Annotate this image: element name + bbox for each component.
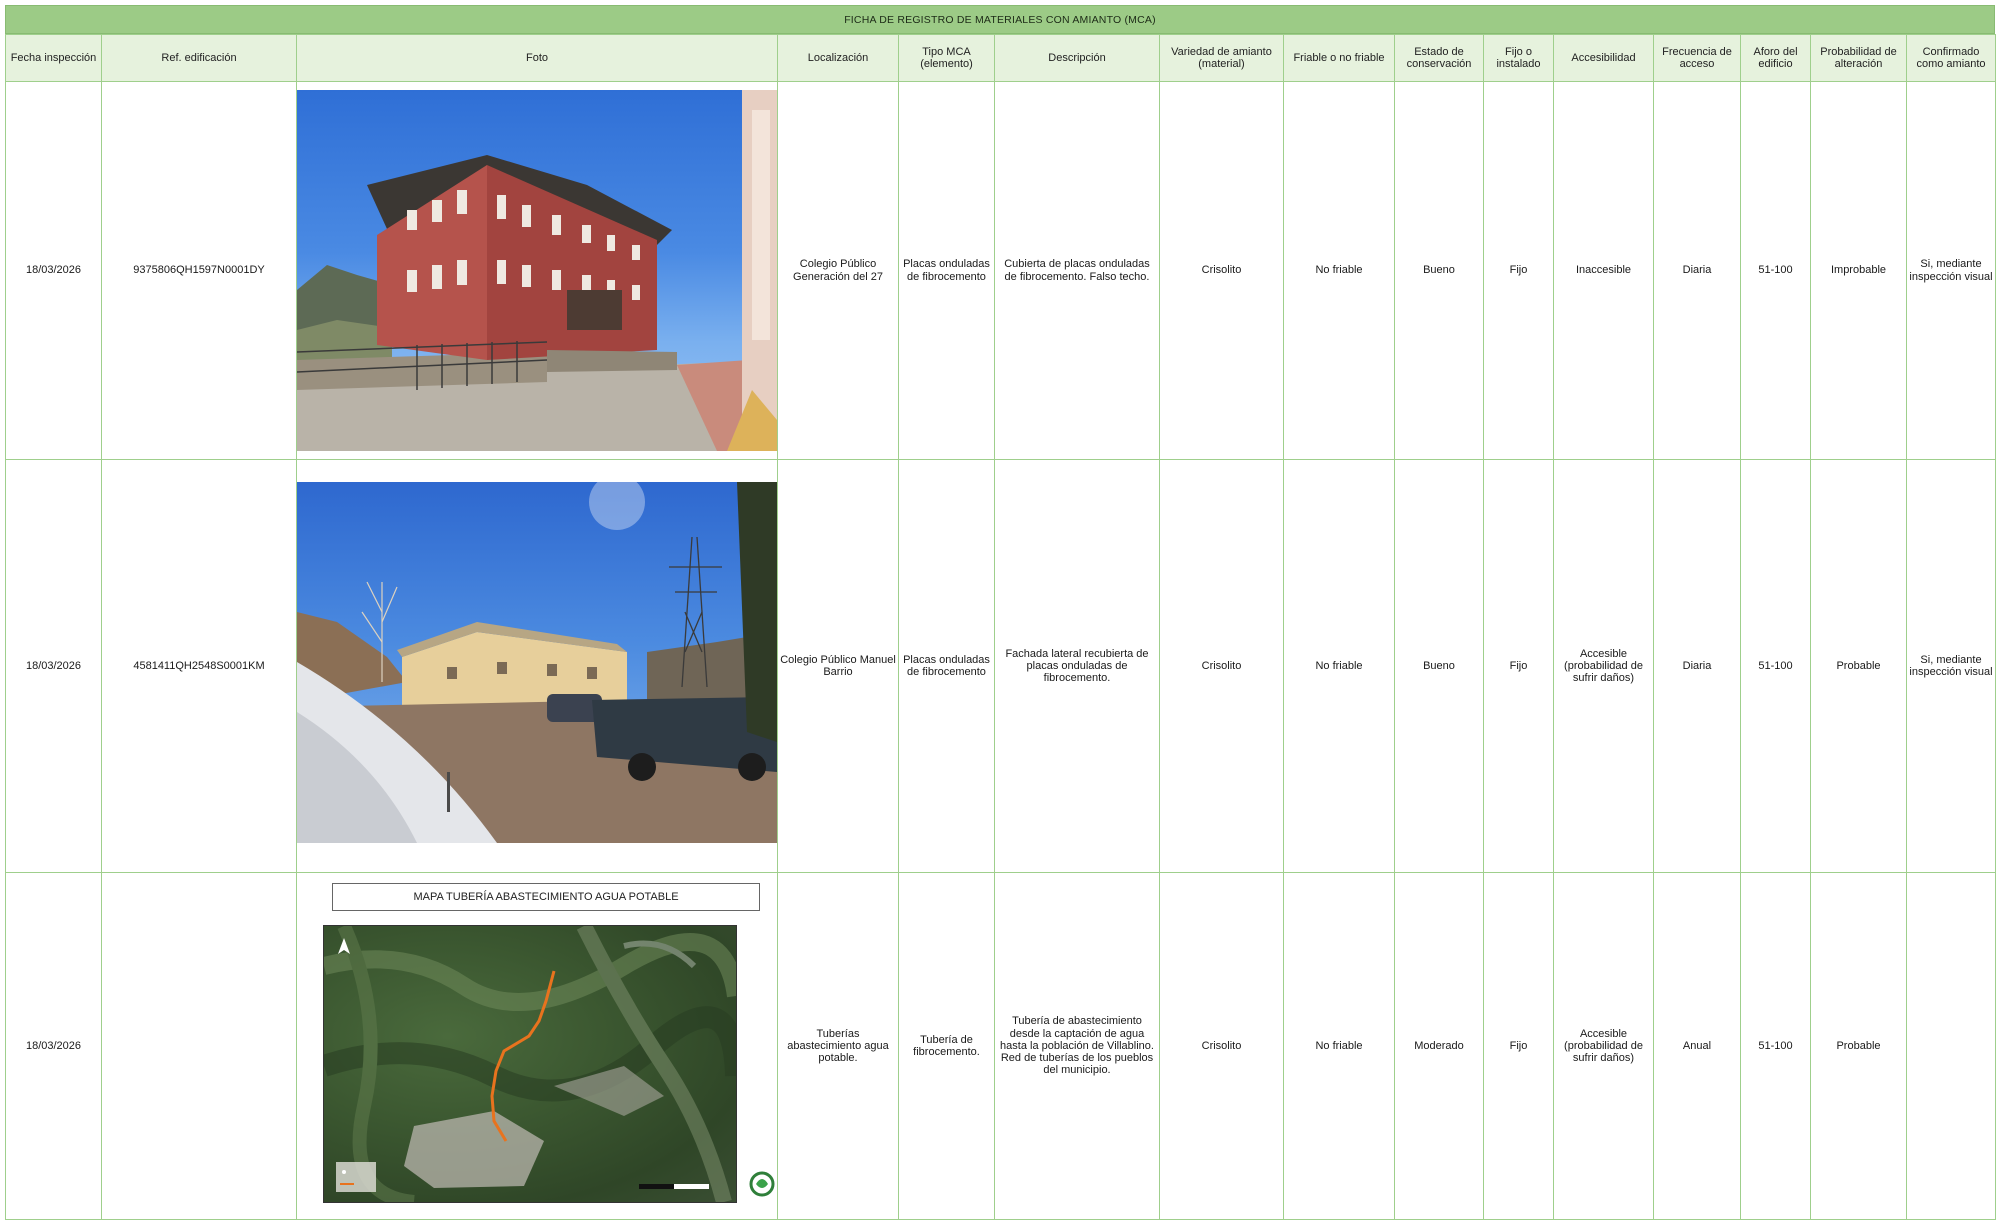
cell-aforo: 51-100	[1740, 459, 1811, 873]
table-row: 18/03/2026 4581411QH2548S0001KM Colegio …	[5, 459, 1996, 873]
col-variedad: Variedad de amianto (material)	[1159, 34, 1284, 82]
cell-fecha: 18/03/2026	[5, 81, 102, 460]
col-frecuencia: Frecuencia de acceso	[1653, 34, 1741, 82]
col-tipo: Tipo MCA (elemento)	[898, 34, 995, 82]
col-estado: Estado de conservación	[1394, 34, 1484, 82]
cell-fecha: 18/03/2026	[5, 872, 102, 1220]
cell-frecuencia: Anual	[1653, 872, 1741, 1220]
cell-descripcion: Tubería de abastecimiento desde la capta…	[994, 872, 1160, 1220]
cell-frecuencia: Diaria	[1653, 459, 1741, 873]
cell-descripcion: Fachada lateral recubierta de placas ond…	[994, 459, 1160, 873]
cell-aforo: 51-100	[1740, 872, 1811, 1220]
col-fecha: Fecha inspección	[5, 34, 102, 82]
cell-fijo: Fijo	[1483, 81, 1554, 460]
cell-fijo: Fijo	[1483, 459, 1554, 873]
cell-aforo: 51-100	[1740, 81, 1811, 460]
cell-localizacion: Colegio Público Generación del 27	[777, 81, 899, 460]
cell-variedad: Crisolito	[1159, 459, 1284, 873]
cell-ref: 4581411QH2548S0001KM	[101, 459, 297, 873]
satellite-map-image	[324, 926, 736, 1202]
header-row: Fecha inspección Ref. edificación Foto L…	[5, 34, 1996, 82]
col-ref: Ref. edificación	[101, 34, 297, 82]
building-photo	[297, 90, 777, 451]
cell-foto	[296, 459, 778, 873]
cell-localizacion: Colegio Público Manuel Barrio	[777, 459, 899, 873]
cell-confirmado: Si, mediante inspección visual	[1906, 459, 1996, 873]
cell-tipo: Placas onduladas de fibrocemento	[898, 459, 995, 873]
cell-variedad: Crisolito	[1159, 81, 1284, 460]
cell-probabilidad: Probable	[1810, 459, 1907, 873]
logo-icon	[749, 1171, 775, 1197]
cell-estado: Moderado	[1394, 872, 1484, 1220]
col-friable: Friable o no friable	[1283, 34, 1395, 82]
cell-accesibilidad: Accesible (probabilidad de sufrir daños)	[1553, 459, 1654, 873]
register-table: Fecha inspección Ref. edificación Foto L…	[5, 34, 1996, 1220]
asbestos-register-sheet: FICHA DE REGISTRO DE MATERIALES CON AMIA…	[5, 5, 1996, 1220]
sheet-title: FICHA DE REGISTRO DE MATERIALES CON AMIA…	[5, 5, 1995, 34]
table-row: 18/03/2026 MAPA TUBERÍA ABASTECIMIENTO A…	[5, 872, 1996, 1220]
cell-friable: No friable	[1283, 81, 1395, 460]
cell-foto: MAPA TUBERÍA ABASTECIMIENTO AGUA POTABLE	[296, 872, 778, 1220]
cell-variedad: Crisolito	[1159, 872, 1284, 1220]
cell-friable: No friable	[1283, 459, 1395, 873]
col-localizacion: Localización	[777, 34, 899, 82]
col-aforo: Aforo del edificio	[1740, 34, 1811, 82]
cell-frecuencia: Diaria	[1653, 81, 1741, 460]
map-title: MAPA TUBERÍA ABASTECIMIENTO AGUA POTABLE	[332, 883, 760, 911]
cell-probabilidad: Probable	[1810, 872, 1907, 1220]
cell-ref	[101, 872, 297, 1220]
col-probabilidad: Probabilidad de alteración	[1810, 34, 1907, 82]
school-building-image	[297, 90, 777, 451]
cell-fecha: 18/03/2026	[5, 459, 102, 873]
cell-confirmado: Si, mediante inspección visual	[1906, 81, 1996, 460]
cell-foto	[296, 81, 778, 460]
cell-accesibilidad: Accesible (probabilidad de sufrir daños)	[1553, 872, 1654, 1220]
cell-localizacion: Tuberías abastecimiento agua potable.	[777, 872, 899, 1220]
cell-fijo: Fijo	[1483, 872, 1554, 1220]
building-photo	[297, 482, 777, 843]
col-foto: Foto	[296, 34, 778, 82]
cell-tipo: Tubería de fibrocemento.	[898, 872, 995, 1220]
col-fijo: Fijo o instalado	[1483, 34, 1554, 82]
school-building-image	[297, 482, 777, 843]
pipe-map	[323, 925, 737, 1203]
cell-friable: No friable	[1283, 872, 1395, 1220]
col-confirmado: Confirmado como amianto	[1906, 34, 1996, 82]
cell-estado: Bueno	[1394, 459, 1484, 873]
cell-tipo: Placas onduladas de fibrocemento	[898, 81, 995, 460]
col-descripcion: Descripción	[994, 34, 1160, 82]
table-row: 18/03/2026 9375806QH1597N0001DY Colegio …	[5, 81, 1996, 460]
col-accesibilidad: Accesibilidad	[1553, 34, 1654, 82]
cell-descripcion: Cubierta de placas onduladas de fibrocem…	[994, 81, 1160, 460]
cell-probabilidad: Improbable	[1810, 81, 1907, 460]
cell-confirmado	[1906, 872, 1996, 1220]
cell-accesibilidad: Inaccesible	[1553, 81, 1654, 460]
cell-ref: 9375806QH1597N0001DY	[101, 81, 297, 460]
cell-estado: Bueno	[1394, 81, 1484, 460]
